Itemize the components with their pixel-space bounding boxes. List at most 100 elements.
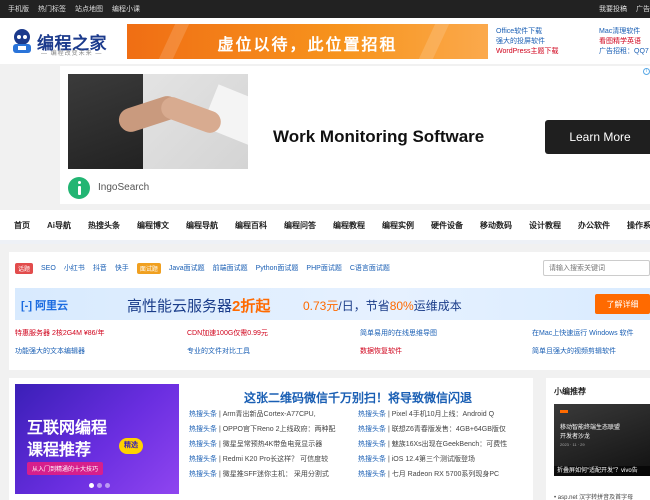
promo-link[interactable]: 数据恢复软件 (360, 346, 402, 356)
topbar-link-sitemap[interactable]: 站点地图 (75, 4, 103, 14)
tags-panel: 话题 SEO 小红书 抖音 快手 面试题 Java面试题 前端面试题 Pytho… (9, 252, 650, 370)
nav-item-nav[interactable]: 编程导航 (186, 220, 218, 231)
logo-slogan: — 编程改变未来 — (41, 51, 103, 57)
promo-link[interactable]: CDN加速100G仅需0.99元 (187, 328, 268, 338)
top-bar-left-links: 手机版 热门标签 站点地图 编程小课 (8, 0, 140, 18)
aliyun-price-b: /日，节省 (338, 299, 390, 313)
handshake-photo (68, 74, 248, 169)
header-link[interactable]: WordPress主题下载 (496, 47, 559, 57)
news-item[interactable]: 热搜头条 | 联想Z6青春版发售：4GB+64GB版仅 (358, 424, 506, 434)
tag-link[interactable]: 快手 (115, 263, 129, 273)
tag-badge-interview: 面试题 (136, 262, 161, 274)
aliyun-price-text: 0.73元/日，节省80%运维成本 (303, 297, 462, 314)
aliyun-logo-icon: [-] (21, 300, 32, 312)
top-bar-right-links: 我要投稿 广告 (599, 0, 650, 18)
promo-link[interactable]: 特惠服务器 2核2G4M ¥86/年 (15, 328, 104, 338)
carousel-dot[interactable] (105, 483, 110, 488)
promo-line1: 互联网编程 (27, 420, 108, 437)
topbar-link-mobile[interactable]: 手机版 (8, 4, 29, 14)
aliyun-details-button[interactable]: 了解详细 (595, 294, 650, 314)
brand-logo-icon (68, 177, 90, 199)
news-item[interactable]: 热搜头条 | 魅族16Xs出现在GeekBench：可费性 (358, 439, 507, 449)
header-link[interactable]: 广告招租：QQ7 (599, 47, 649, 57)
editor-pick-item[interactable]: • asp.net 汉字转拼音及首字母 (554, 492, 633, 500)
news-item[interactable]: 热搜头条 | Pixel 4手机10月上线：Android Q (358, 409, 494, 419)
nav-item-mobile[interactable]: 移动数码 (480, 220, 512, 231)
aliyun-main-text: 高性能云服务器2折起 (127, 295, 270, 316)
topbar-link-ads[interactable]: 广告 (636, 4, 650, 14)
learn-more-button[interactable]: Learn More (545, 120, 650, 154)
top-bar: 手机版 热门标签 站点地图 编程小课 我要投稿 广告 (0, 0, 650, 18)
tag-link[interactable]: 小红书 (64, 263, 85, 273)
tag-link[interactable]: Python面试题 (256, 263, 299, 273)
nav-item-hot[interactable]: 热搜头条 (88, 220, 120, 231)
nav-item-os[interactable]: 操作系统 (627, 220, 650, 231)
nav-item-tutorial[interactable]: 编程教程 (333, 220, 365, 231)
ad-info-icon[interactable]: i (643, 68, 650, 75)
news-item[interactable]: 热搜头条 | 微星呈常预热4K带鱼电竞显示器 (189, 439, 322, 449)
topbar-link-hot-tags[interactable]: 热门标签 (38, 4, 66, 14)
tag-link[interactable]: PHP面试题 (306, 263, 341, 273)
promo-link[interactable]: 简单易用的在线思维导图 (360, 328, 437, 338)
news-item[interactable]: 热搜头条 | OPPO官下Reno 2上线政府：两种配 (189, 424, 336, 434)
header-ad-banner-text: 虚位以待，此位置招租 (217, 37, 398, 54)
promo-line3: 从入门到精通的十大技巧 (27, 462, 104, 475)
nav-item-home[interactable]: 首页 (14, 220, 30, 231)
carousel-dot[interactable] (97, 483, 102, 488)
vivo-logo-icon (560, 410, 568, 413)
mascot-icon (13, 29, 31, 53)
news-item[interactable]: 热搜头条 | iOS 12.4第三个测试版登场 (358, 454, 475, 464)
header-ad-banner[interactable]: 虚位以待，此位置招租 (127, 24, 488, 59)
top-headline[interactable]: 这张二维码微信千万别扫！将导致微信闪退 (244, 389, 472, 406)
tag-link[interactable]: C语言面试题 (350, 263, 390, 273)
display-ad[interactable]: Work Monitoring Software Learn More Ingo… (60, 66, 650, 204)
promo-link[interactable]: 功能强大的文本编辑器 (15, 346, 85, 356)
aliyun-logo: [-] 阿里云 (21, 297, 68, 313)
tag-link[interactable]: SEO (41, 265, 56, 272)
promo-link[interactable]: 在Mac上快速运行 Windows 软件 (532, 328, 634, 338)
nav-item-examples[interactable]: 编程实例 (382, 220, 414, 231)
nav-item-wiki[interactable]: 编程百科 (235, 220, 267, 231)
topbar-link-mini-course[interactable]: 编程小课 (112, 4, 140, 14)
tag-link[interactable]: 前端面试题 (213, 263, 248, 273)
main-nav: 首页 Ai导航 热搜头条 编程博文 编程导航 编程百科 编程问答 编程教程 编程… (0, 210, 650, 244)
aliyun-banner[interactable]: [-] 阿里云 高性能云服务器2折起 0.73元/日，节省80%运维成本 了解详… (15, 288, 650, 320)
news-item[interactable]: 热搜头条 | 七月 Radeon RX 5700系列现身PC (358, 469, 499, 479)
tag-link[interactable]: 抖音 (93, 263, 107, 273)
news-item[interactable]: 热搜头条 | Arm青出新品Cortex-A77CPU, (189, 409, 316, 419)
aliyun-price-a: 0.73元 (303, 299, 339, 313)
header-link[interactable]: Mac清理软件 (599, 27, 649, 37)
header-links-col1: Office软件下载 强大的投屏软件 WordPress主题下载 (496, 27, 559, 57)
aliyun-price-d: 运维成本 (413, 299, 462, 313)
promo-link[interactable]: 简单且强大的视频剪辑软件 (532, 346, 616, 356)
thumb-date: 2023 · 11 · 29 (560, 442, 585, 447)
search-input[interactable] (543, 260, 650, 276)
aliyun-price-c: 80% (389, 299, 414, 313)
promo-badge: 精选 (119, 438, 143, 454)
carousel-dot[interactable] (89, 483, 94, 488)
news-item[interactable]: 热搜头条 | 微星推SFF迷你主机： 采用分割式 (189, 469, 329, 479)
thumb-line2: 开发者沙龙 (560, 434, 591, 440)
site-header: 编程之家 — 编程改变未来 — 虚位以待，此位置招租 Office软件下载 强大… (0, 18, 650, 64)
promo-links: 特惠服务器 2核2G4M ¥86/年 CDN加速100G仅需0.99元 简单易用… (15, 328, 650, 368)
thumbnail-caption[interactable]: 折叠屏如何“适配开发”？vivo告 (554, 466, 650, 476)
nav-item-qa[interactable]: 编程问答 (284, 220, 316, 231)
site-logo[interactable]: 编程之家 — 编程改变未来 — (10, 27, 110, 57)
nav-item-office[interactable]: 办公软件 (578, 220, 610, 231)
nav-item-ai[interactable]: Ai导航 (47, 220, 71, 231)
course-promo-carousel[interactable]: 互联网编程 课程推荐 精选 从入门到精通的十大技巧 (15, 384, 179, 494)
header-link[interactable]: 强大的投屏软件 (496, 37, 559, 47)
header-links-col2: Mac清理软件 看图精学英语 广告招租：QQ7 (599, 27, 649, 57)
nav-item-blog[interactable]: 编程博文 (137, 220, 169, 231)
nav-item-design[interactable]: 设计教程 (529, 220, 561, 231)
header-link[interactable]: Office软件下载 (496, 27, 559, 37)
news-item[interactable]: 热搜头条 | Redmi K20 Pro长这样？ 可信度较 (189, 454, 328, 464)
editor-picks: 小编推荐 移动智能终端生态联盟 开发者沙龙 2023 · 11 · 29 折叠屏… (546, 378, 650, 500)
header-link[interactable]: 看图精学英语 (599, 37, 649, 47)
topbar-link-submit[interactable]: 我要投稿 (599, 4, 627, 14)
nav-item-hardware[interactable]: 硬件设备 (431, 220, 463, 231)
tag-link[interactable]: Java面试题 (169, 263, 205, 273)
ad-brand-name: IngoSearch (98, 182, 150, 193)
promo-link[interactable]: 专业的文件对比工具 (187, 346, 250, 356)
tag-row: 话题 SEO 小红书 抖音 快手 面试题 Java面试题 前端面试题 Pytho… (15, 262, 390, 274)
